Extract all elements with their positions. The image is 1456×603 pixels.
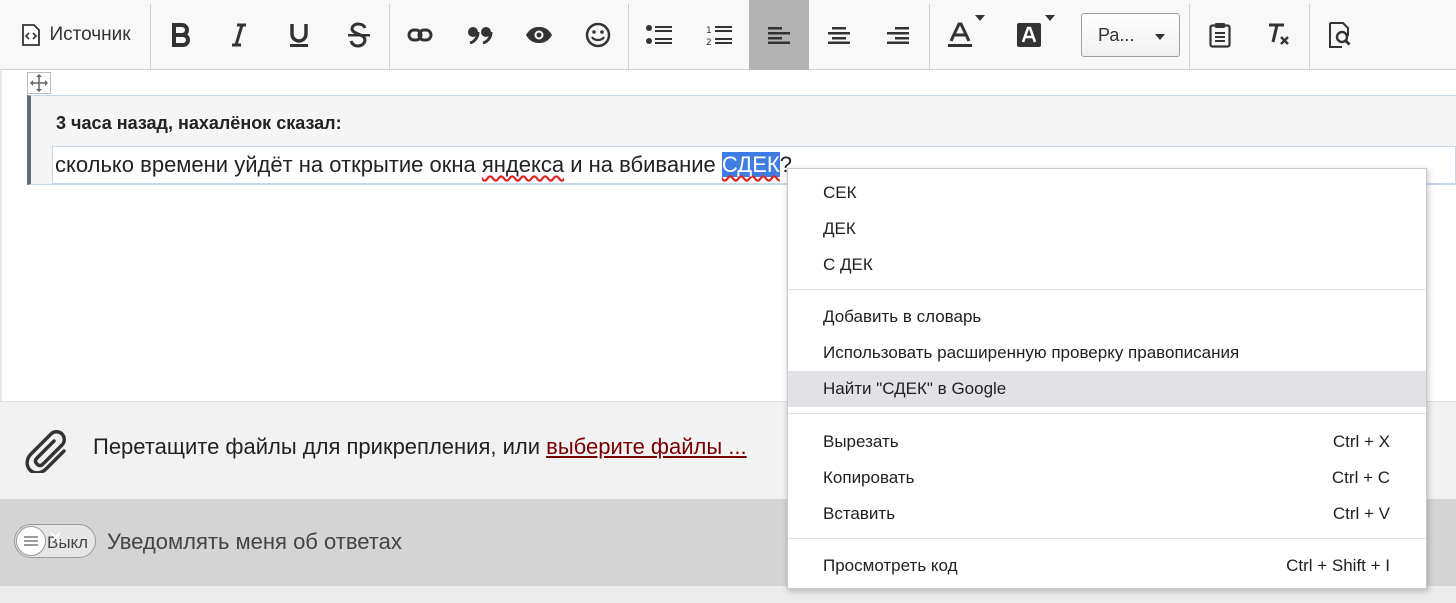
remove-format-icon [1269, 23, 1289, 45]
menu-separator [788, 289, 1426, 290]
quote-text-before: сколько времени уйдёт на открытие окна [55, 152, 482, 177]
context-menu: СЕК ДЕК С ДЕК Добавить в словарь Использ… [787, 168, 1427, 589]
paste-item[interactable]: Вставить Ctrl + V [788, 496, 1426, 532]
add-to-dictionary-item[interactable]: Добавить в словарь [788, 299, 1426, 335]
menu-separator [788, 538, 1426, 539]
preview-icon [1329, 22, 1351, 48]
svg-text:2: 2 [706, 38, 712, 47]
italic-icon [232, 23, 246, 47]
quote-author: 3 часа назад, нахалёнок сказал: [56, 113, 342, 133]
spoiler-icon [526, 27, 552, 43]
align-left-button[interactable] [749, 0, 809, 70]
source-button[interactable]: Источник [6, 0, 146, 70]
source-icon [22, 24, 41, 46]
notify-label: Уведомлять меня об ответах [107, 529, 402, 554]
text-color-dropdown-caret[interactable] [975, 15, 985, 21]
copy-label: Копировать [823, 468, 915, 487]
move-icon [30, 74, 48, 92]
inspect-shortcut: Ctrl + Shift + I [1286, 556, 1390, 575]
menu-icon [24, 536, 38, 546]
underline-button[interactable] [270, 0, 328, 70]
quote-text-middle: и на вбивание [564, 152, 722, 177]
close-icon: ✕ [48, 528, 64, 548]
format-dropdown[interactable]: Ра... [1081, 13, 1180, 57]
text-color-button[interactable] [931, 0, 989, 70]
cut-item[interactable]: Вырезать Ctrl + X [788, 424, 1426, 460]
emoji-icon [585, 22, 611, 48]
italic-button[interactable] [210, 0, 268, 70]
numbered-list-button[interactable]: 1 2 [690, 0, 748, 70]
quote-icon [468, 27, 493, 44]
text-color-icon [948, 22, 972, 47]
link-button[interactable] [391, 0, 449, 70]
paste-icon [1209, 23, 1231, 48]
suggestion-item-2[interactable]: ДЕК [788, 211, 1426, 247]
bg-color-button[interactable] [1000, 0, 1058, 70]
bullet-list-button[interactable] [630, 0, 688, 70]
strike-button[interactable] [330, 0, 388, 70]
search-google-item[interactable]: Найти "СДЕК" в Google [788, 371, 1426, 407]
suggestion-item-3[interactable]: С ДЕК [788, 247, 1426, 283]
toggle-knob[interactable] [16, 526, 46, 556]
numbered-list-icon: 1 2 [706, 26, 732, 47]
preview-button[interactable] [1311, 0, 1369, 70]
underline-icon [290, 24, 308, 47]
align-center-button[interactable] [810, 0, 868, 70]
spoiler-button[interactable] [510, 0, 568, 70]
quote-text[interactable]: сколько времени уйдёт на открытие окна я… [55, 152, 792, 178]
choose-files-link[interactable]: выберите файлы ... [546, 434, 747, 459]
misspelled-word[interactable]: яндекса [482, 152, 564, 177]
attach-text: Перетащите файлы для прикрепления, или в… [93, 434, 747, 460]
paste-label: Вставить [823, 504, 896, 523]
menu-separator [788, 413, 1426, 414]
cut-shortcut: Ctrl + X [1332, 432, 1390, 451]
bg-color-dropdown-caret[interactable] [1045, 15, 1055, 21]
format-dropdown-value: Ра... [1098, 24, 1135, 45]
selected-word[interactable]: СДЕК [721, 152, 780, 177]
align-center-icon [828, 27, 850, 44]
paste-shortcut: Ctrl + V [1332, 504, 1390, 523]
remove-format-button[interactable] [1250, 0, 1308, 70]
paste-button[interactable] [1191, 0, 1249, 70]
inspect-label: Просмотреть код [823, 556, 958, 575]
bullet-list-icon [646, 25, 672, 44]
quote-button[interactable] [451, 0, 509, 70]
emoji-button[interactable] [569, 0, 627, 70]
align-right-button[interactable] [869, 0, 927, 70]
chevron-down-icon [1155, 34, 1165, 40]
copy-shortcut: Ctrl + C [1331, 468, 1390, 487]
copy-item[interactable]: Копировать Ctrl + C [788, 460, 1426, 496]
bold-button[interactable] [152, 0, 210, 70]
link-icon [407, 28, 433, 42]
advanced-spellcheck-item[interactable]: Использовать расширенную проверку правоп… [788, 335, 1426, 371]
inspect-item[interactable]: Просмотреть код Ctrl + Shift + I [788, 548, 1426, 584]
align-right-icon [887, 27, 909, 44]
bold-icon [172, 23, 190, 47]
source-label: Источник [49, 24, 131, 45]
suggestion-item-1[interactable]: СЕК [788, 175, 1426, 211]
widget-drag-handle[interactable] [27, 72, 51, 94]
strike-icon [348, 22, 370, 48]
svg-text:1: 1 [706, 26, 712, 36]
align-left-icon [768, 27, 790, 44]
paperclip-icon [25, 430, 66, 473]
bg-color-icon [1017, 23, 1041, 47]
cut-label: Вырезать [823, 432, 899, 451]
attach-hint: Перетащите файлы для прикрепления, или [93, 434, 547, 459]
